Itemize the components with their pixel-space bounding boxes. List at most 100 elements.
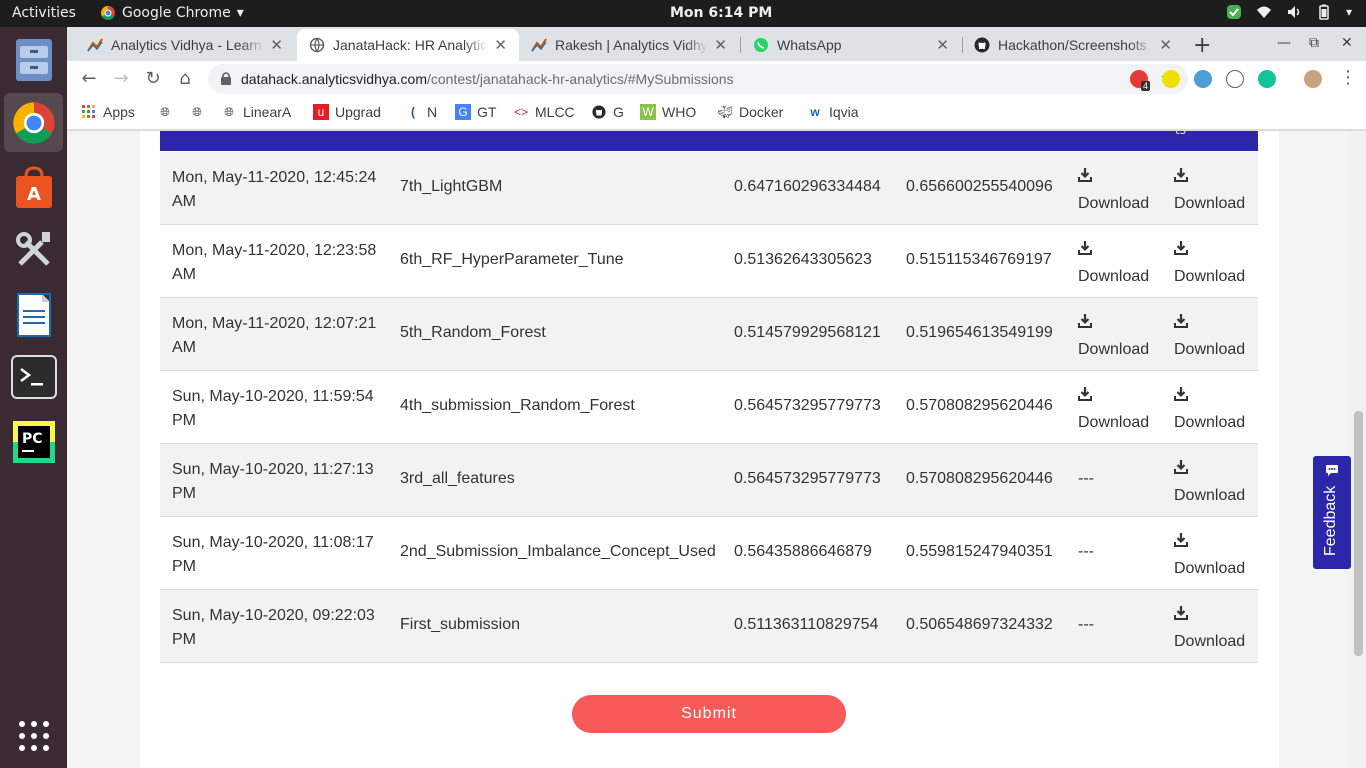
submission-name: 7th_LightGBM <box>400 178 503 195</box>
chat-bubble-icon <box>1326 465 1338 476</box>
tab-rakesh[interactable]: Rakesh | Analytics Vidhya ✕ <box>519 29 739 61</box>
new-tab-button[interactable]: + <box>1193 33 1211 58</box>
close-icon[interactable]: ✕ <box>936 36 949 54</box>
settings-icon[interactable] <box>4 220 63 279</box>
menu-kebab-icon[interactable]: ⋮ <box>1339 67 1357 88</box>
submission-date: Mon, May-11-2020, 12:07:21 AM <box>172 315 377 356</box>
download-submission-link[interactable]: Download <box>1174 604 1245 651</box>
table-row: Mon, May-11-2020, 12:45:24 AM 7th_LightGB… <box>160 152 1258 225</box>
app-grid-icon[interactable] <box>4 706 63 765</box>
app-menu[interactable]: Google Chrome ▾ <box>100 5 244 21</box>
tab-whatsapp[interactable]: WhatsApp ✕ <box>741 29 961 61</box>
whatsapp-icon <box>753 37 769 53</box>
table-row: Sun, May-10-2020, 11:59:54 PM 4th_submiss… <box>160 371 1258 444</box>
download-submission-link[interactable]: Download <box>1174 239 1245 286</box>
submission-date: Sun, May-10-2020, 11:08:17 PM <box>172 534 374 575</box>
submission-date: Mon, May-11-2020, 12:23:58 AM <box>172 242 377 283</box>
submission-name: 2nd_Submission_Imbalance_Concept_Used <box>400 543 716 560</box>
download-code-link[interactable]: Download <box>1078 312 1149 359</box>
feedback-button[interactable]: Feedback <box>1313 456 1351 569</box>
tab-janatahack[interactable]: JanataHack: HR Analytics ✕ <box>297 29 519 61</box>
download-code-link[interactable]: Download <box>1078 385 1149 432</box>
back-button[interactable]: ← <box>79 69 99 89</box>
download-label: Download <box>1174 268 1246 285</box>
apps-grid-icon <box>81 104 97 120</box>
submit-button[interactable]: Submit <box>572 695 846 733</box>
submissions-table: Mon, May-11-2020, 12:45:24 AM 7th_LightGB… <box>160 152 1258 663</box>
close-icon[interactable]: ✕ <box>714 36 727 54</box>
bookmark-iqvia[interactable]: w Iqvia <box>807 104 858 120</box>
wifi-icon[interactable] <box>1256 4 1272 20</box>
analytics-vidhya-icon <box>87 37 103 53</box>
download-submission-link[interactable]: Download <box>1174 531 1245 578</box>
address-bar[interactable]: datahack.analyticsvidhya.com/contest/jan… <box>208 64 1188 94</box>
scrollbar-thumb[interactable] <box>1354 411 1363 656</box>
tab-github-hackathon[interactable]: Hackathon/Screenshots ✕ <box>962 29 1184 61</box>
minimize-button[interactable]: — <box>1277 35 1291 51</box>
github-icon <box>974 37 990 53</box>
terminal-icon[interactable] <box>4 347 63 406</box>
iqvia-icon: w <box>810 105 820 119</box>
download-submission-link[interactable]: Download <box>1174 385 1245 432</box>
bookmark-globe-1[interactable]: 🌐︎ <box>157 104 173 120</box>
close-icon[interactable]: ✕ <box>270 36 283 54</box>
private-score: 0.515115346769197 <box>906 251 1052 268</box>
close-icon[interactable]: ✕ <box>494 36 507 54</box>
download-icon <box>1174 239 1188 262</box>
activities-button[interactable]: Activities <box>12 5 76 21</box>
download-icon <box>1174 166 1188 189</box>
bookmark-n[interactable]: (N <box>405 104 437 120</box>
profile-avatar[interactable] <box>1304 70 1322 88</box>
pycharm-icon[interactable]: PC <box>4 412 63 471</box>
maximize-button[interactable]: ⧉ <box>1309 35 1319 51</box>
public-score: 0.51362643305623 <box>734 251 872 268</box>
bookmark-upgrad[interactable]: u Upgrad <box>313 104 381 120</box>
system-tray[interactable]: ▾ <box>1226 4 1352 20</box>
forward-button[interactable]: → <box>111 69 131 89</box>
tab-title: Analytics Vidhya - Learn <box>111 37 262 53</box>
no-file-dash: --- <box>1078 616 1094 633</box>
download-code-link[interactable]: Download <box>1078 166 1149 213</box>
lock-icon[interactable] <box>220 71 232 85</box>
bookmark-g[interactable]: G <box>591 104 624 120</box>
clock[interactable]: Mon 6:14 PM <box>670 5 772 21</box>
submissions-panel: ts Mon, May-11-2020, 12:45:24 AM 7th_Ligh… <box>140 131 1279 768</box>
home-button[interactable]: ⌂ <box>175 69 195 89</box>
extension-circle-icon[interactable] <box>1226 70 1244 88</box>
writer-icon[interactable] <box>4 285 63 344</box>
globe-icon: 🌐︎ <box>160 104 170 119</box>
download-label: Download <box>1174 341 1246 358</box>
private-score: 0.559815247940351 <box>906 543 1053 560</box>
page-scrollbar[interactable] <box>1351 131 1366 768</box>
download-code-link[interactable]: Download <box>1078 239 1149 286</box>
download-submission-link[interactable]: Download <box>1174 166 1245 213</box>
extension-globe-icon[interactable] <box>1194 70 1212 88</box>
submission-date: Sun, May-10-2020, 11:27:13 PM <box>172 461 374 502</box>
software-center-icon[interactable]: A <box>4 158 63 217</box>
download-submission-link[interactable]: Download <box>1174 312 1245 359</box>
extension-yellow-icon[interactable] <box>1162 70 1180 88</box>
files-icon[interactable] <box>4 30 63 89</box>
chrome-icon[interactable] <box>4 93 63 152</box>
close-window-button[interactable]: ✕ <box>1341 35 1353 51</box>
public-score: 0.564573295779773 <box>734 397 881 414</box>
bookmark-apps[interactable]: Apps <box>81 104 135 120</box>
download-submission-link[interactable]: Download <box>1174 458 1245 505</box>
feedback-label: Feedback <box>1322 485 1339 556</box>
reload-button[interactable]: ↻ <box>143 69 163 89</box>
volume-icon[interactable] <box>1286 4 1302 20</box>
bookmark-who[interactable]: W WHO <box>640 104 696 120</box>
bookmark-globe-2[interactable]: 🌐︎ <box>189 104 205 120</box>
bookmark-mlcc[interactable]: <> MLCC <box>513 104 575 120</box>
browser-toolbar: ← → ↻ ⌂ datahack.analyticsvidhya.com/con… <box>67 61 1366 97</box>
tab-analytics-vidhya[interactable]: Analytics Vidhya - Learn ✕ <box>75 29 295 61</box>
bookmark-lineara[interactable]: 🌐︎ LinearA <box>221 104 291 120</box>
battery-icon[interactable] <box>1316 4 1332 20</box>
close-icon[interactable]: ✕ <box>1159 36 1172 54</box>
grammarly-icon[interactable] <box>1258 70 1276 88</box>
bookmark-docker[interactable]: 🐳︎ Docker <box>717 104 783 120</box>
bookmark-gt[interactable]: G GT <box>455 104 496 120</box>
update-check-icon[interactable] <box>1226 4 1242 20</box>
globe-icon <box>309 37 325 53</box>
download-label: Download <box>1078 341 1150 358</box>
